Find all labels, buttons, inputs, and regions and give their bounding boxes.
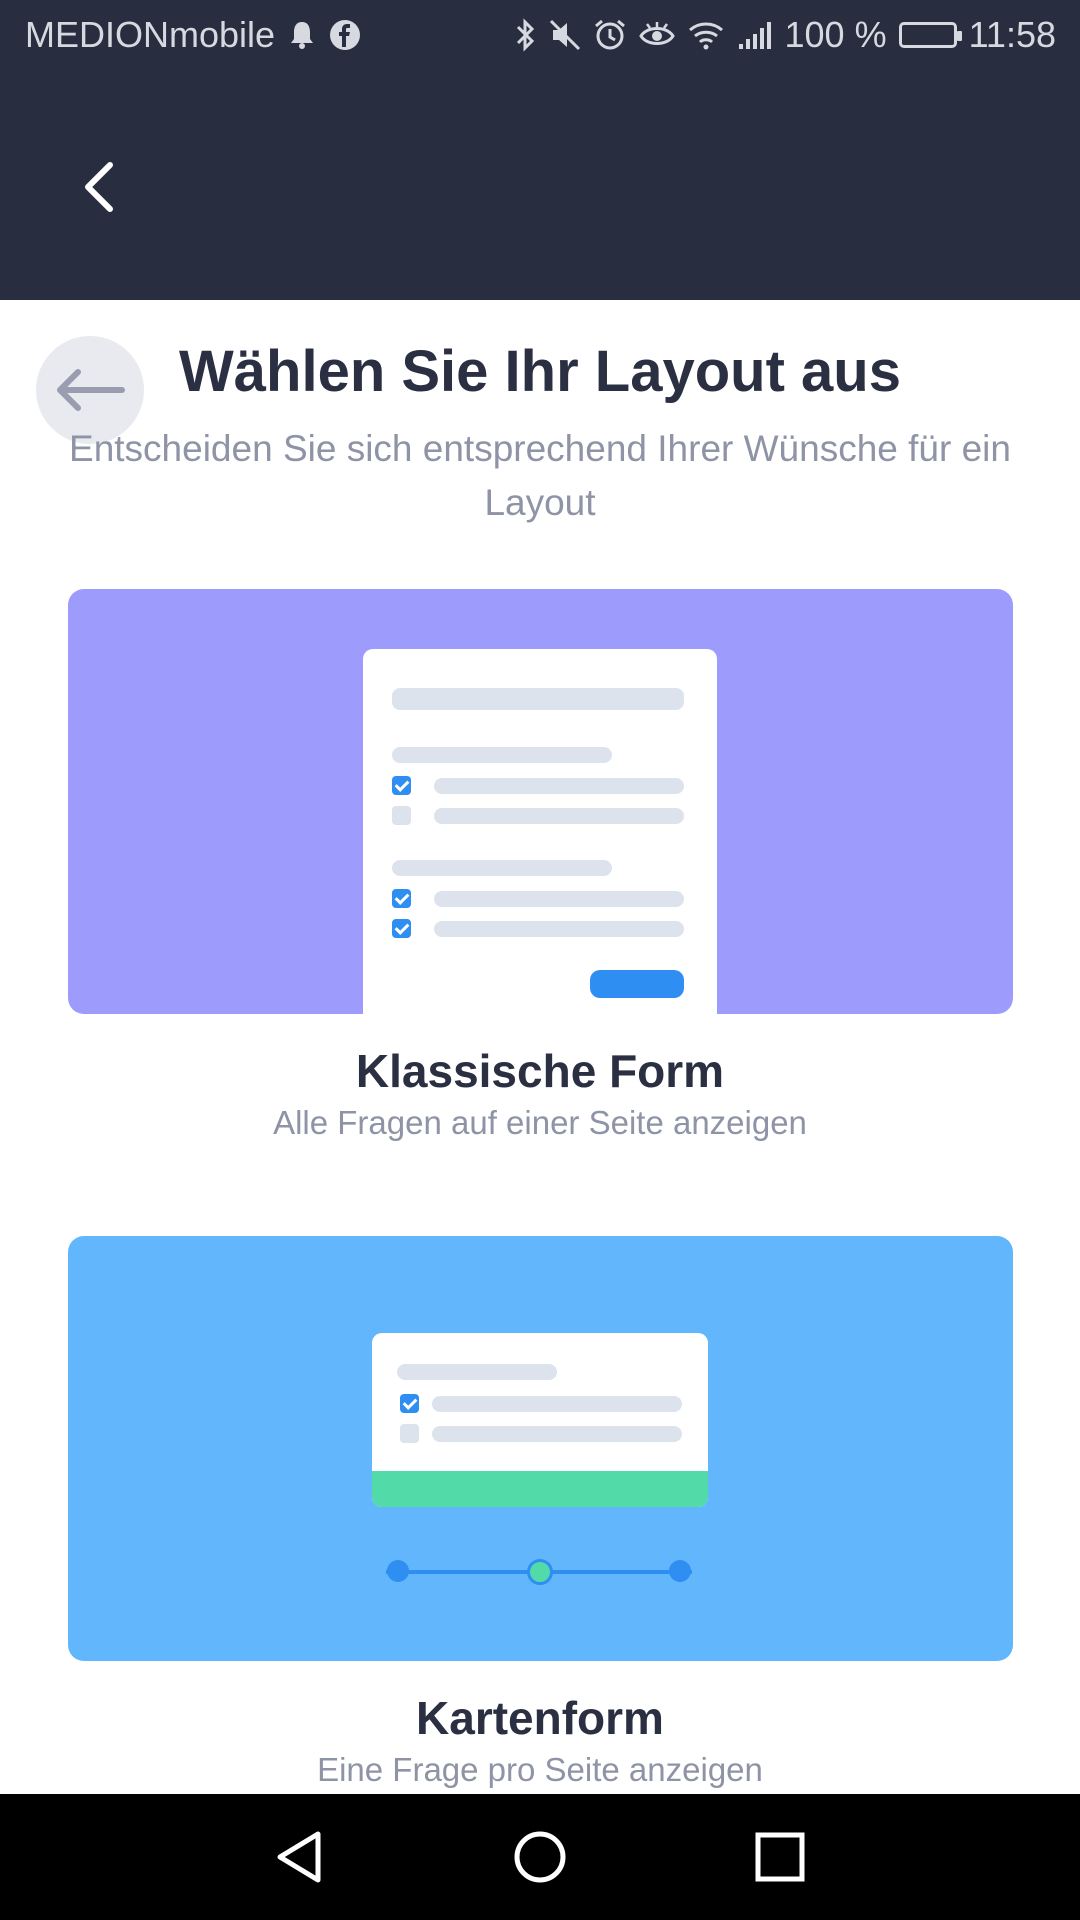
- classic-form-description: Alle Fragen auf einer Seite anzeigen: [273, 1104, 807, 1141]
- signal-icon: [737, 20, 773, 50]
- nav-back-icon: [277, 1831, 321, 1883]
- clock: 11:58: [968, 14, 1056, 55]
- wifi-icon: [687, 19, 725, 51]
- battery-icon: [898, 22, 962, 48]
- nav-back-button[interactable]: [266, 1822, 336, 1892]
- card-form-option[interactable]: [68, 1236, 1013, 1661]
- progress-dot: [387, 1560, 409, 1582]
- toolbar-back-button[interactable]: [68, 155, 132, 219]
- card-form-description: Eine Frage pro Seite anzeigen: [317, 1751, 763, 1788]
- system-nav-bar: [0, 1794, 1080, 1920]
- classic-form-illustration: [363, 649, 717, 1014]
- nav-home-icon: [514, 1831, 566, 1883]
- facebook-icon: [329, 19, 361, 51]
- nav-recents-button[interactable]: [745, 1822, 815, 1892]
- eye-icon: [638, 20, 675, 50]
- page-subtitle: Entscheiden Sie sich entsprechend Ihrer …: [69, 428, 1011, 523]
- page-title: Wählen Sie Ihr Layout aus: [179, 339, 901, 404]
- progress-dot-active: [527, 1559, 553, 1585]
- classic-form-option[interactable]: [68, 589, 1013, 1014]
- bluetooth-icon: [515, 18, 537, 52]
- card-form-illustration: [372, 1333, 708, 1507]
- battery-percent: 100 %: [784, 14, 887, 55]
- classic-form-title: Klassische Form: [355, 1045, 725, 1097]
- alarm-icon: [593, 18, 627, 52]
- carrier-name: MEDIONmobile: [25, 14, 276, 55]
- app-bar: [0, 75, 1080, 300]
- nav-home-button[interactable]: [505, 1822, 575, 1892]
- card-form-title: Kartenform: [416, 1692, 664, 1744]
- nav-recents-icon: [755, 1832, 805, 1882]
- notification-bell-icon: [289, 20, 315, 50]
- layout-chooser: Wählen Sie Ihr Layout aus Entscheiden Si…: [0, 300, 1080, 1794]
- progress-dot: [669, 1560, 691, 1582]
- arrow-left-icon: [57, 369, 125, 411]
- mute-icon: [549, 18, 581, 52]
- status-bar: MEDIONmobile 100 % 11:58: [0, 0, 1080, 75]
- chevron-left-icon: [85, 162, 113, 212]
